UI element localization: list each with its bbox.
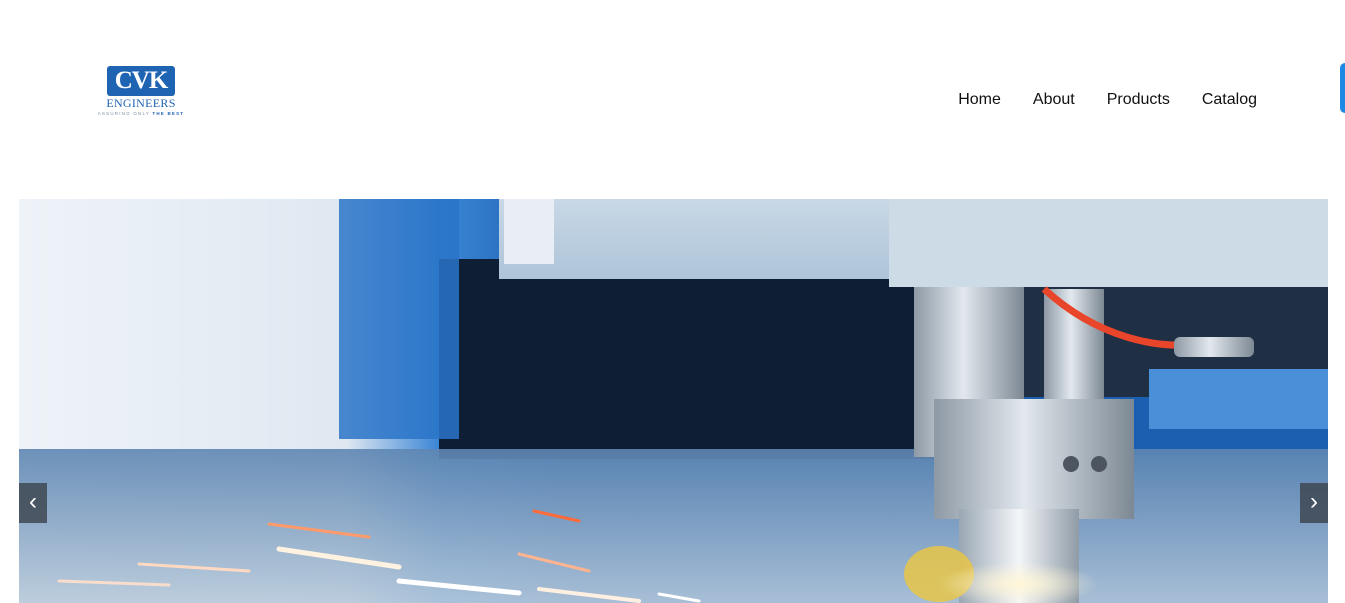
gantry-head bbox=[889, 199, 1328, 287]
logo-tagline-prefix: ASSURING ONLY bbox=[97, 111, 153, 116]
logo-company-name: ENGINEERS bbox=[106, 96, 176, 110]
blue-pillar bbox=[339, 199, 459, 439]
slider-next-button[interactable]: › bbox=[1300, 483, 1328, 523]
logo-mark: CVK bbox=[107, 66, 175, 96]
blue-reflection bbox=[1149, 369, 1328, 429]
logo-tagline: ASSURING ONLY THE BEST bbox=[98, 110, 185, 118]
hero-slider: ‹ › bbox=[19, 199, 1328, 603]
main-nav: Home About Products Catalog bbox=[958, 88, 1257, 112]
laser-head-side bbox=[1044, 289, 1104, 409]
logo-tagline-emphasis: THE BEST bbox=[152, 111, 185, 116]
nav-about[interactable]: About bbox=[1033, 88, 1075, 112]
slider-prev-button[interactable]: ‹ bbox=[19, 483, 47, 523]
bolt-1 bbox=[1063, 456, 1079, 472]
company-logo[interactable]: CVK ENGINEERS ASSURING ONLY THE BEST bbox=[88, 66, 194, 120]
hero-image bbox=[19, 199, 1328, 603]
hose-connector bbox=[1174, 337, 1254, 357]
dark-machine-body bbox=[439, 259, 939, 459]
nav-catalog[interactable]: Catalog bbox=[1202, 88, 1257, 112]
bolt-2 bbox=[1091, 456, 1107, 472]
site-header: CVK ENGINEERS ASSURING ONLY THE BEST Hom… bbox=[0, 0, 1345, 199]
gantry-bracket bbox=[504, 199, 554, 264]
nav-products[interactable]: Products bbox=[1107, 88, 1170, 112]
side-action-button[interactable] bbox=[1340, 63, 1345, 113]
nav-home[interactable]: Home bbox=[958, 88, 1001, 112]
